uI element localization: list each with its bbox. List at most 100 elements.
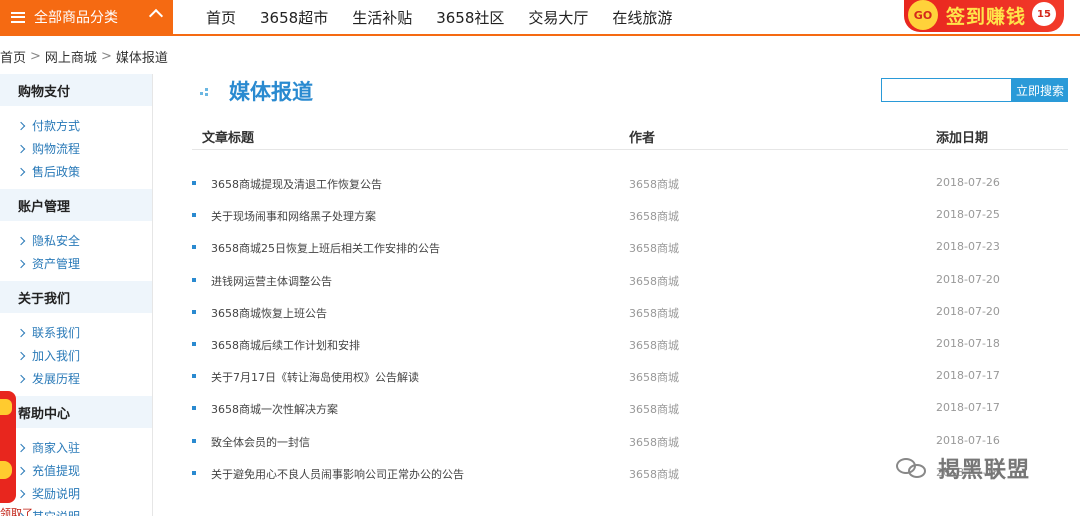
article-title-link[interactable]: 3658商城恢复上班公告: [211, 305, 327, 321]
sidebar-item-recharge[interactable]: 充值提现: [0, 459, 152, 482]
sidebar-item-history[interactable]: 发展历程: [0, 367, 152, 390]
sidebar-item-label: 售后政策: [32, 165, 81, 179]
bullet-icon: [192, 470, 196, 475]
table-row[interactable]: 进钱网运营主体调整公告 3658商城 2018-07-20: [192, 269, 1068, 301]
breadcrumb-separator-icon: >: [100, 49, 112, 64]
sidebar-item-join[interactable]: 加入我们: [0, 344, 152, 367]
article-author: 3658商城: [629, 371, 679, 385]
sidebar-item-merchant[interactable]: 商家入驻: [0, 436, 152, 459]
coin-icon: [0, 399, 12, 415]
sidebar-item-label: 其它说明: [32, 508, 80, 516]
article-list: 3658商城提现及清退工作恢复公告 3658商城 2018-07-26 关于现场闹事…: [192, 172, 1068, 494]
sidebar-item-after-sales[interactable]: 售后政策: [0, 160, 152, 183]
bullet-icon: [192, 374, 196, 379]
nav-community[interactable]: 3658社区: [436, 7, 504, 28]
table-row[interactable]: 关于现场闹事和网络黑子处理方案 3658商城 2018-07-25: [192, 204, 1068, 236]
article-title-link[interactable]: 关于避免用心不良人员闹事影响公司正常办公的公告: [211, 466, 464, 482]
sidebar-item-label: 资产管理: [32, 257, 81, 271]
breadcrumb: 首页 > 网上商城 > 媒体报道: [0, 47, 168, 66]
chevron-right-icon: [16, 167, 26, 176]
bullet-icon: [192, 438, 196, 443]
chevron-up-icon: [148, 8, 164, 24]
table-row[interactable]: 3658商城恢复上班公告 3658商城 2018-07-20: [192, 301, 1068, 333]
nav-home[interactable]: 首页: [206, 7, 236, 28]
floating-claim-text: 领取了: [0, 507, 33, 516]
main-nav: 首页 3658超市 生活补贴 3658社区 交易大厅 在线旅游: [206, 0, 696, 34]
bullet-icon: [192, 309, 196, 314]
table-row[interactable]: 3658商城后续工作计划和安排 3658商城 2018-07-18: [192, 333, 1068, 365]
table-header: 文章标题 作者 添加日期: [192, 124, 1068, 150]
sidebar-section-title: 账户管理: [0, 189, 152, 221]
signin-count-badge: 15: [1032, 2, 1056, 26]
all-categories-button[interactable]: 全部商品分类: [0, 0, 173, 34]
sidebar-item-label: 商家入驻: [32, 441, 81, 455]
title-dots-icon: [200, 88, 212, 96]
chevron-right-icon: [16, 351, 26, 360]
article-date: 2018-07-25: [936, 208, 1000, 222]
nav-trading-hall[interactable]: 交易大厅: [528, 7, 588, 28]
title-row: 媒体报道 立即搜索: [192, 74, 1068, 114]
coin-icon: [0, 461, 12, 479]
article-author: 3658商城: [629, 178, 679, 191]
sidebar-item-contact[interactable]: 联系我们: [0, 321, 152, 344]
sidebar-item-privacy[interactable]: 隐私安全: [0, 229, 152, 252]
chevron-right-icon: [16, 443, 26, 452]
article-title-link[interactable]: 进钱网运营主体调整公告: [211, 273, 332, 289]
article-title-link[interactable]: 3658商城一次性解决方案: [211, 401, 338, 417]
article-author: 3658商城: [629, 274, 679, 288]
nav-subsidy[interactable]: 生活补贴: [352, 7, 412, 28]
column-header-date: 添加日期: [936, 131, 989, 146]
help-sidebar: 购物支付 付款方式 购物流程 售后政策 账户管理 隐私安全 资产管理 关于我们 …: [0, 74, 153, 516]
sidebar-item-payment-methods[interactable]: 付款方式: [0, 114, 152, 137]
bullet-icon: [192, 277, 196, 282]
table-row[interactable]: 关于7月17日《转让海岛使用权》公告解读 3658商城 2018-07-17: [192, 365, 1068, 397]
sidebar-item-label: 奖励说明: [32, 487, 81, 501]
article-date: 2018-07-17: [936, 369, 1000, 383]
article-date: 2018-07-17: [936, 401, 1000, 415]
floating-red-packet[interactable]: [0, 391, 16, 503]
chevron-right-icon: [16, 466, 26, 475]
sidebar-item-label: 加入我们: [32, 349, 81, 363]
article-author: 3658商城: [629, 467, 679, 481]
article-author: 3658商城: [629, 242, 679, 256]
article-title-link[interactable]: 关于现场闹事和网络黑子处理方案: [211, 208, 376, 224]
article-date: 2018-07-20: [936, 304, 1000, 318]
nav-supermarket[interactable]: 3658超市: [260, 7, 328, 28]
chevron-right-icon: [16, 144, 26, 153]
page-title: 媒体报道: [229, 80, 313, 104]
sidebar-item-label: 充值提现: [32, 464, 81, 478]
watermark-text: 揭黑联盟: [938, 458, 1031, 483]
sidebar-item-assets[interactable]: 资产管理: [0, 252, 152, 275]
wechat-watermark: 揭黑联盟: [896, 452, 1030, 484]
sidebar-item-shopping-flow[interactable]: 购物流程: [0, 137, 152, 160]
menu-icon: [11, 11, 25, 23]
search-input[interactable]: [881, 78, 1012, 102]
column-header-title: 文章标题: [202, 131, 255, 146]
bullet-icon: [192, 245, 196, 250]
article-date: 2018-07-18: [936, 336, 1000, 350]
table-row[interactable]: 3658商城25日恢复上班后相关工作安排的公告 3658商城 2018-07-23: [192, 236, 1068, 268]
search-button[interactable]: 立即搜索: [1012, 78, 1068, 102]
bullet-icon: [192, 341, 196, 346]
article-author: 3658商城: [629, 338, 679, 352]
article-title-link[interactable]: 致全体会员的一封信: [211, 434, 310, 450]
bullet-icon: [192, 406, 196, 411]
signin-earn-banner[interactable]: GO 签到赚钱 15: [904, 0, 1064, 32]
breadcrumb-home[interactable]: 首页: [0, 47, 26, 66]
sidebar-item-rewards[interactable]: 奖励说明: [0, 482, 152, 505]
bullet-icon: [192, 181, 196, 185]
breadcrumb-mall[interactable]: 网上商城: [45, 47, 97, 66]
breadcrumb-current: 媒体报道: [115, 51, 168, 66]
article-title-link[interactable]: 3658商城25日恢复上班后相关工作安排的公告: [211, 240, 440, 256]
chevron-right-icon: [16, 374, 26, 383]
article-title-link[interactable]: 3658商城提现及清退工作恢复公告: [211, 176, 382, 192]
article-author: 3658商城: [629, 210, 679, 224]
go-badge: GO: [908, 0, 938, 30]
table-row[interactable]: 3658商城提现及清退工作恢复公告 3658商城 2018-07-26: [192, 172, 1068, 204]
nav-travel[interactable]: 在线旅游: [612, 7, 672, 28]
table-row[interactable]: 3658商城一次性解决方案 3658商城 2018-07-17: [192, 397, 1068, 429]
article-title-link[interactable]: 关于7月17日《转让海岛使用权》公告解读: [211, 369, 419, 385]
top-navbar: 全部商品分类 首页 3658超市 生活补贴 3658社区 交易大厅 在线旅游 G…: [0, 0, 1080, 36]
chevron-right-icon: [16, 328, 26, 337]
article-title-link[interactable]: 3658商城后续工作计划和安排: [211, 337, 360, 353]
